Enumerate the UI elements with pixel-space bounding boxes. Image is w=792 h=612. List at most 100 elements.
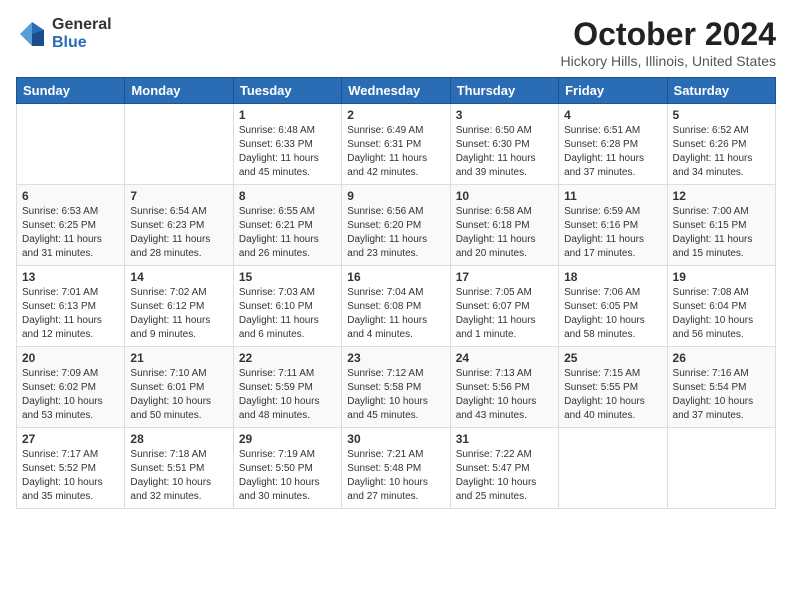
daylight-text: Daylight: 10 hours and 58 minutes. <box>564 315 645 340</box>
day-number: 29 <box>239 432 336 446</box>
sunset-text: Sunset: 6:05 PM <box>564 301 638 312</box>
day-number: 30 <box>347 432 444 446</box>
daylight-text: Daylight: 11 hours and 42 minutes. <box>347 153 427 178</box>
sunset-text: Sunset: 5:50 PM <box>239 463 313 474</box>
sunset-text: Sunset: 6:18 PM <box>456 220 530 231</box>
day-number: 8 <box>239 189 336 203</box>
day-content: Sunrise: 7:05 AM Sunset: 6:07 PM Dayligh… <box>456 286 553 342</box>
sunrise-text: Sunrise: 7:02 AM <box>130 287 206 298</box>
weekday-header: Wednesday <box>342 78 450 104</box>
sunset-text: Sunset: 6:23 PM <box>130 220 204 231</box>
day-content: Sunrise: 7:06 AM Sunset: 6:05 PM Dayligh… <box>564 286 661 342</box>
sunrise-text: Sunrise: 6:51 AM <box>564 125 640 136</box>
day-number: 16 <box>347 270 444 284</box>
calendar-cell: 19 Sunrise: 7:08 AM Sunset: 6:04 PM Dayl… <box>667 266 775 347</box>
sunrise-text: Sunrise: 6:56 AM <box>347 206 423 217</box>
sunrise-text: Sunrise: 6:49 AM <box>347 125 423 136</box>
sunset-text: Sunset: 6:07 PM <box>456 301 530 312</box>
daylight-text: Daylight: 10 hours and 37 minutes. <box>673 396 754 421</box>
daylight-text: Daylight: 11 hours and 15 minutes. <box>673 234 753 259</box>
daylight-text: Daylight: 10 hours and 48 minutes. <box>239 396 320 421</box>
day-content: Sunrise: 7:19 AM Sunset: 5:50 PM Dayligh… <box>239 448 336 504</box>
day-number: 22 <box>239 351 336 365</box>
day-content: Sunrise: 6:55 AM Sunset: 6:21 PM Dayligh… <box>239 205 336 261</box>
day-number: 31 <box>456 432 553 446</box>
sunrise-text: Sunrise: 7:16 AM <box>673 368 749 379</box>
calendar-cell: 17 Sunrise: 7:05 AM Sunset: 6:07 PM Dayl… <box>450 266 558 347</box>
weekday-header: Sunday <box>17 78 125 104</box>
sunrise-text: Sunrise: 6:48 AM <box>239 125 315 136</box>
day-content: Sunrise: 7:02 AM Sunset: 6:12 PM Dayligh… <box>130 286 227 342</box>
sunrise-text: Sunrise: 7:22 AM <box>456 449 532 460</box>
daylight-text: Daylight: 11 hours and 23 minutes. <box>347 234 427 259</box>
calendar-cell: 29 Sunrise: 7:19 AM Sunset: 5:50 PM Dayl… <box>233 428 341 509</box>
sunset-text: Sunset: 6:20 PM <box>347 220 421 231</box>
calendar-cell: 3 Sunrise: 6:50 AM Sunset: 6:30 PM Dayli… <box>450 104 558 185</box>
daylight-text: Daylight: 11 hours and 6 minutes. <box>239 315 319 340</box>
sunset-text: Sunset: 5:51 PM <box>130 463 204 474</box>
weekday-header: Thursday <box>450 78 558 104</box>
calendar-week-row: 27 Sunrise: 7:17 AM Sunset: 5:52 PM Dayl… <box>17 428 776 509</box>
daylight-text: Daylight: 10 hours and 43 minutes. <box>456 396 537 421</box>
daylight-text: Daylight: 11 hours and 31 minutes. <box>22 234 102 259</box>
sunrise-text: Sunrise: 7:10 AM <box>130 368 206 379</box>
day-content: Sunrise: 7:15 AM Sunset: 5:55 PM Dayligh… <box>564 367 661 423</box>
location-title: Hickory Hills, Illinois, United States <box>560 53 776 69</box>
day-content: Sunrise: 6:51 AM Sunset: 6:28 PM Dayligh… <box>564 124 661 180</box>
day-content: Sunrise: 6:58 AM Sunset: 6:18 PM Dayligh… <box>456 205 553 261</box>
calendar-week-row: 20 Sunrise: 7:09 AM Sunset: 6:02 PM Dayl… <box>17 347 776 428</box>
sunrise-text: Sunrise: 7:15 AM <box>564 368 640 379</box>
daylight-text: Daylight: 10 hours and 53 minutes. <box>22 396 103 421</box>
month-title: October 2024 <box>560 16 776 53</box>
sunrise-text: Sunrise: 6:53 AM <box>22 206 98 217</box>
calendar-cell: 23 Sunrise: 7:12 AM Sunset: 5:58 PM Dayl… <box>342 347 450 428</box>
sunrise-text: Sunrise: 7:06 AM <box>564 287 640 298</box>
day-content: Sunrise: 7:00 AM Sunset: 6:15 PM Dayligh… <box>673 205 770 261</box>
sunset-text: Sunset: 5:56 PM <box>456 382 530 393</box>
sunrise-text: Sunrise: 7:18 AM <box>130 449 206 460</box>
day-number: 23 <box>347 351 444 365</box>
sunset-text: Sunset: 6:15 PM <box>673 220 747 231</box>
calendar-cell: 2 Sunrise: 6:49 AM Sunset: 6:31 PM Dayli… <box>342 104 450 185</box>
sunset-text: Sunset: 5:55 PM <box>564 382 638 393</box>
calendar-header-row: SundayMondayTuesdayWednesdayThursdayFrid… <box>17 78 776 104</box>
sunrise-text: Sunrise: 7:00 AM <box>673 206 749 217</box>
day-content: Sunrise: 6:53 AM Sunset: 6:25 PM Dayligh… <box>22 205 119 261</box>
day-number: 3 <box>456 108 553 122</box>
day-number: 26 <box>673 351 770 365</box>
daylight-text: Daylight: 10 hours and 56 minutes. <box>673 315 754 340</box>
calendar-cell: 22 Sunrise: 7:11 AM Sunset: 5:59 PM Dayl… <box>233 347 341 428</box>
daylight-text: Daylight: 11 hours and 4 minutes. <box>347 315 427 340</box>
calendar-cell <box>17 104 125 185</box>
day-number: 14 <box>130 270 227 284</box>
calendar-cell: 14 Sunrise: 7:02 AM Sunset: 6:12 PM Dayl… <box>125 266 233 347</box>
logo-blue: Blue <box>52 34 112 52</box>
sunset-text: Sunset: 6:25 PM <box>22 220 96 231</box>
sunrise-text: Sunrise: 7:12 AM <box>347 368 423 379</box>
daylight-text: Daylight: 10 hours and 27 minutes. <box>347 477 428 502</box>
logo-text: General Blue <box>52 16 112 51</box>
daylight-text: Daylight: 11 hours and 17 minutes. <box>564 234 644 259</box>
weekday-header: Friday <box>559 78 667 104</box>
logo-icon <box>16 18 48 50</box>
calendar-cell: 6 Sunrise: 6:53 AM Sunset: 6:25 PM Dayli… <box>17 185 125 266</box>
sunset-text: Sunset: 6:12 PM <box>130 301 204 312</box>
day-number: 1 <box>239 108 336 122</box>
day-number: 21 <box>130 351 227 365</box>
sunrise-text: Sunrise: 7:04 AM <box>347 287 423 298</box>
daylight-text: Daylight: 11 hours and 12 minutes. <box>22 315 102 340</box>
sunrise-text: Sunrise: 6:58 AM <box>456 206 532 217</box>
sunrise-text: Sunrise: 7:01 AM <box>22 287 98 298</box>
day-number: 17 <box>456 270 553 284</box>
sunset-text: Sunset: 6:33 PM <box>239 139 313 150</box>
day-content: Sunrise: 7:08 AM Sunset: 6:04 PM Dayligh… <box>673 286 770 342</box>
day-content: Sunrise: 7:13 AM Sunset: 5:56 PM Dayligh… <box>456 367 553 423</box>
day-number: 15 <box>239 270 336 284</box>
day-number: 7 <box>130 189 227 203</box>
day-number: 20 <box>22 351 119 365</box>
sunrise-text: Sunrise: 7:11 AM <box>239 368 314 379</box>
calendar-cell: 20 Sunrise: 7:09 AM Sunset: 6:02 PM Dayl… <box>17 347 125 428</box>
sunrise-text: Sunrise: 6:50 AM <box>456 125 532 136</box>
sunset-text: Sunset: 5:59 PM <box>239 382 313 393</box>
day-content: Sunrise: 6:54 AM Sunset: 6:23 PM Dayligh… <box>130 205 227 261</box>
